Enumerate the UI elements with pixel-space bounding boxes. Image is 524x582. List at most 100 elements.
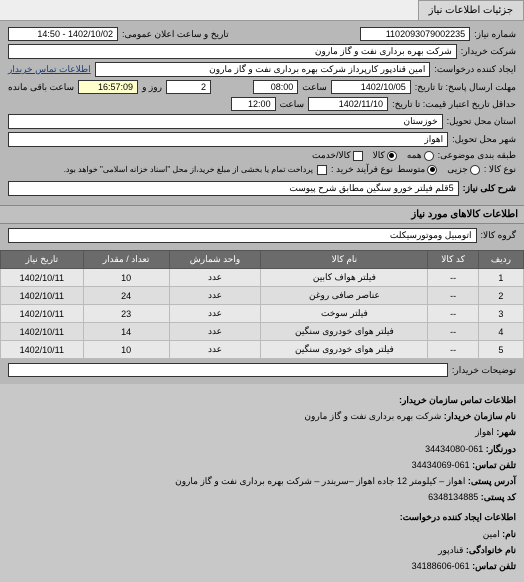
remain-label: ساعت باقی مانده <box>8 82 74 93</box>
cell-date: 1402/10/11 <box>1 287 84 305</box>
chk-service[interactable] <box>353 151 363 161</box>
ccity-val: اهواز <box>475 427 494 437</box>
col-code: کد کالا <box>428 251 479 269</box>
contact-link[interactable]: اطلاعات تماس خریدار <box>8 64 91 75</box>
city-value: اهواز <box>8 132 448 147</box>
form-panel: شماره نیاز: 1102093079002235 تاریخ و ساع… <box>0 21 524 205</box>
col-qty: تعداد / مقدار <box>83 251 169 269</box>
cell-qty: 10 <box>83 269 169 287</box>
phone-val: 061-34434069 <box>412 460 470 470</box>
kind-label: نوع کالا : <box>484 164 516 175</box>
fname-label: نام: <box>502 529 516 539</box>
org-val: شرکت بهره برداری نفت و گاز مارون <box>304 411 441 421</box>
subject-type-label: طبقه بندی موضوعی: <box>438 150 516 161</box>
cell-qty: 23 <box>83 305 169 323</box>
group-value: اتومبیل وموتورسیکلت <box>8 228 477 243</box>
fname-val: امین <box>483 529 500 539</box>
cell-date: 1402/10/11 <box>1 305 84 323</box>
cell-name: فیلتر هوای خودروی سنگین <box>261 341 428 359</box>
goods-section-title: اطلاعات کالاهای مورد نیاز <box>0 205 524 224</box>
cell-unit: عدد <box>169 305 261 323</box>
deadline-date: 1402/10/05 <box>331 80 411 94</box>
col-date: تاریخ نیاز <box>1 251 84 269</box>
cell-name: فیلتر هواف کابین <box>261 269 428 287</box>
comments-value[interactable] <box>8 363 448 377</box>
cell-unit: عدد <box>169 323 261 341</box>
cell-code: -- <box>428 269 479 287</box>
cell-name: فیلتر هوای خودروی سنگین <box>261 323 428 341</box>
chk-buy-process[interactable] <box>317 165 327 175</box>
goods-table: ردیف کد کالا نام کالا واحد شمارش تعداد /… <box>0 250 524 359</box>
zip-val: 6348134885 <box>428 492 478 502</box>
zip-label: کد پستی: <box>481 492 516 502</box>
table-row[interactable]: 3--فیلتر سوختعدد231402/10/11 <box>1 305 524 323</box>
addr-val: اهواز – کیلومتر 12 جاده اهواز –سربندر – … <box>175 476 465 486</box>
announce-value: 1402/10/02 - 14:50 <box>8 27 118 41</box>
radio-goods-label: کالا <box>373 150 385 161</box>
buy-process-note: پرداخت تمام یا بخشی از مبلغ خرید،از محل … <box>64 165 313 174</box>
lname-val: قنادپور <box>438 545 463 555</box>
req-no-value: 1102093079002235 <box>360 27 470 41</box>
province-value: خوزستان <box>8 114 443 129</box>
days-remain: 2 <box>166 80 211 94</box>
fax-val: 061-34434080 <box>425 444 483 454</box>
buyer-label: شرکت خریدار: <box>461 46 516 57</box>
subject-radio-group: همه کالا کالا/خدمت <box>312 150 434 161</box>
table-row[interactable]: 5--فیلتر هوای خودروی سنگینعدد101402/10/1… <box>1 341 524 359</box>
cphone-val: 061-34188606 <box>412 561 470 571</box>
contact-info-block: اطلاعات تماس سازمان خریدار: نام سازمان خ… <box>0 384 524 582</box>
cell-unit: عدد <box>169 287 261 305</box>
cell-qty: 10 <box>83 341 169 359</box>
cell-n: 2 <box>478 287 523 305</box>
lname-label: نام خانوادگی: <box>466 545 516 555</box>
cell-date: 1402/10/11 <box>1 269 84 287</box>
table-row[interactable]: 2--عناصر صافی روغنعدد241402/10/11 <box>1 287 524 305</box>
cphone-label: تلفن تماس: <box>472 561 516 571</box>
ccity-label: شهر: <box>496 427 516 437</box>
cell-code: -- <box>428 305 479 323</box>
phone-label: تلفن تماس: <box>472 460 516 470</box>
creator-value: امین قنادپور کارپرداز شرکت بهره برداری ن… <box>95 62 431 77</box>
cell-date: 1402/10/11 <box>1 341 84 359</box>
time-label-1: ساعت <box>302 82 327 93</box>
cell-name: عناصر صافی روغن <box>261 287 428 305</box>
cell-code: -- <box>428 341 479 359</box>
radio-all[interactable] <box>424 151 434 161</box>
city-label: شهر محل تحویل: <box>452 134 516 145</box>
req-no-label: شماره نیاز: <box>474 29 516 40</box>
cell-n: 1 <box>478 269 523 287</box>
tab-details[interactable]: جزئیات اطلاعات نیاز <box>418 0 524 20</box>
addr-label: آدرس پستی: <box>468 476 516 486</box>
radio-small[interactable] <box>470 165 480 175</box>
table-row[interactable]: 4--فیلتر هوای خودروی سنگینعدد141402/10/1… <box>1 323 524 341</box>
cell-name: فیلتر سوخت <box>261 305 428 323</box>
radio-all-label: همه <box>407 150 422 161</box>
day-label: روز و <box>142 82 162 93</box>
desc-value: 5قلم فیلتر خورو سنگین مطابق شرح پیوست <box>8 181 459 196</box>
announce-label: تاریخ و ساعت اعلان عمومی: <box>122 29 229 40</box>
col-row: ردیف <box>478 251 523 269</box>
creator-label: ایجاد کننده درخواست: <box>434 64 516 75</box>
kind-radio-group: جزیی متوسط <box>397 164 480 175</box>
col-name: نام کالا <box>261 251 428 269</box>
validity-date: 1402/11/10 <box>308 97 388 111</box>
cell-unit: عدد <box>169 341 261 359</box>
deadline-time: 08:00 <box>253 80 298 94</box>
cell-n: 4 <box>478 323 523 341</box>
table-row[interactable]: 1--فیلتر هواف کابینعدد101402/10/11 <box>1 269 524 287</box>
buy-process-label: نوع فرآیند خرید : <box>331 164 393 175</box>
radio-small-label: جزیی <box>447 164 468 175</box>
deadline-label: مهلت ارسال پاسخ: تا تاریخ: <box>415 82 516 93</box>
province-label: استان محل تحویل: <box>447 116 516 127</box>
cell-date: 1402/10/11 <box>1 323 84 341</box>
comments-label: توضیحات خریدار: <box>452 365 516 376</box>
cell-qty: 24 <box>83 287 169 305</box>
buyer-value: شرکت بهره برداری نفت و گاز مارون <box>8 44 457 59</box>
radio-medium[interactable] <box>427 165 437 175</box>
cell-qty: 14 <box>83 323 169 341</box>
radio-goods[interactable] <box>387 151 397 161</box>
org-label: نام سازمان خریدار: <box>444 411 516 421</box>
radio-medium-label: متوسط <box>397 164 425 175</box>
cell-code: -- <box>428 287 479 305</box>
cell-n: 3 <box>478 305 523 323</box>
